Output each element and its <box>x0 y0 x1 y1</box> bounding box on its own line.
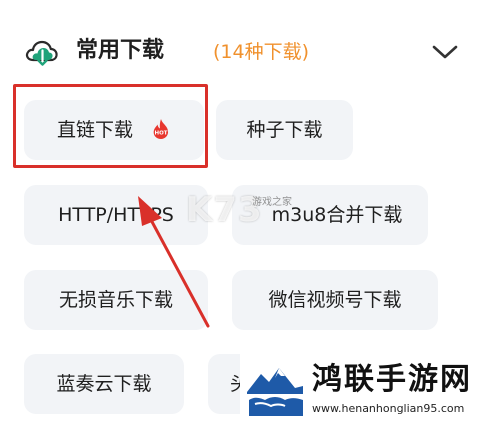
section-title: 常用下载 <box>76 38 165 63</box>
chip-label: 蓝奏云下载 <box>56 373 152 395</box>
cloud-download-icon <box>25 40 58 66</box>
chevron-down-icon[interactable] <box>430 42 460 62</box>
chip-label: 无损音乐下载 <box>58 289 173 311</box>
chip-http-download[interactable]: HTTP/HTTPS <box>24 185 208 245</box>
section-count: (14种下载) <box>213 41 310 63</box>
site-name: 鸿联手游网 <box>312 362 472 397</box>
chip-label: 种子下载 <box>246 119 323 141</box>
mountain-logo-icon <box>245 360 305 418</box>
site-url: www.henanhonglian95.com <box>312 402 465 415</box>
chip-lanzou-download[interactable]: 蓝奏云下载 <box>24 354 184 414</box>
chip-label: 直链下载 <box>56 119 133 141</box>
hot-badge-text: HOT <box>154 131 167 137</box>
chip-wechat-channels-download[interactable]: 微信视频号下载 <box>232 270 438 330</box>
chip-torrent-download[interactable]: 种子下载 <box>216 100 353 160</box>
chip-lossless-music-download[interactable]: 无损音乐下载 <box>24 270 208 330</box>
section-header[interactable]: 常用下载 (14种下载) <box>0 0 494 100</box>
chip-label: m3u8合并下载 <box>271 204 403 226</box>
chip-direct-download[interactable]: 直链下载 HOT <box>24 100 204 160</box>
chip-label: 微信视频号下载 <box>268 289 402 311</box>
chip-m3u8-download[interactable]: m3u8合并下载 <box>232 185 428 245</box>
hot-flame-icon: HOT <box>153 119 169 139</box>
chip-label: HTTP/HTTPS <box>58 204 174 226</box>
